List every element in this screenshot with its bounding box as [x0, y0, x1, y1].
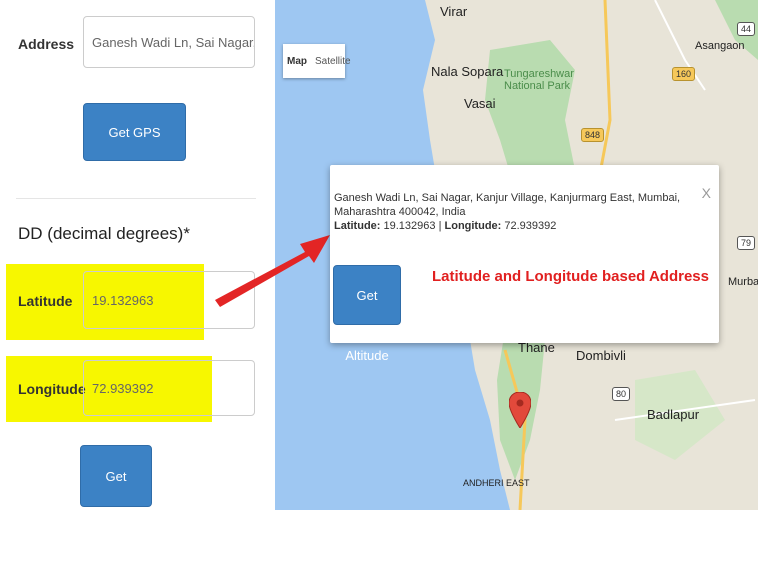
longitude-input[interactable]: 72.939392: [83, 360, 255, 416]
popup-longitude-value: 72.939392: [504, 220, 557, 232]
annotation-label: Latitude and Longitude based Address: [432, 268, 709, 285]
map-type-map[interactable]: Map: [283, 56, 311, 67]
address-input[interactable]: Ganesh Wadi Ln, Sai Nagar, Kanjur Villa: [83, 16, 255, 68]
map-label-virar: Virar: [440, 4, 468, 19]
location-marker-icon[interactable]: [509, 392, 531, 428]
get-address-button[interactable]: Get Address: [80, 445, 152, 546]
map-label-vasai: Vasai: [464, 96, 496, 111]
highway-shield-79: 79: [737, 236, 756, 250]
highway-shield-160: 160: [672, 67, 696, 81]
popup-longitude-label: Longitude:: [444, 220, 502, 232]
latitude-label: Latitude: [18, 293, 73, 309]
longitude-label: Longitude: [18, 381, 86, 397]
section-title: DD (decimal degrees)*: [18, 224, 190, 243]
latitude-input[interactable]: 19.132963: [83, 271, 255, 329]
popup-latitude-label: Latitude:: [334, 220, 381, 232]
map-type-satellite[interactable]: Satellite: [311, 56, 355, 67]
info-window: Ganesh Wadi Ln, Sai Nagar, Kanjur Villag…: [330, 165, 719, 363]
section-divider: [16, 198, 256, 199]
map-type-control[interactable]: Map Satellite: [283, 44, 351, 78]
map-label-andheri-east: ANDHERI EAST: [463, 478, 530, 488]
map-label-park: Tungareshwar National Park: [504, 68, 574, 92]
coordinates-form: Address Ganesh Wadi Ln, Sai Nagar, Kanju…: [0, 0, 275, 546]
map-label-dombivli: Dombivli: [576, 348, 626, 363]
get-gps-coordinates-button[interactable]: Get GPS Coordinates: [83, 103, 186, 198]
get-altitude-button[interactable]: Get Altitude: [333, 265, 401, 363]
highway-shield-848: 848: [581, 128, 605, 142]
highway-shield-44: 44: [737, 22, 756, 36]
map-label-nala-sopara: Nala Sopara: [431, 64, 504, 79]
popup-latitude-value: 19.132963: [383, 220, 436, 232]
popup-address: Ganesh Wadi Ln, Sai Nagar, Kanjur Villag…: [334, 192, 681, 218]
map-label-murbad: Murbad: [728, 276, 758, 288]
popup-address-block: Ganesh Wadi Ln, Sai Nagar, Kanjur Villag…: [334, 191, 694, 233]
highway-shield-80: 80: [612, 387, 631, 401]
close-icon[interactable]: X: [702, 185, 711, 201]
address-label: Address: [18, 36, 75, 52]
map-label-asangaon: Asangaon: [695, 40, 745, 52]
popup-separator: |: [438, 220, 442, 232]
map-label-badlapur: Badlapur: [647, 407, 700, 422]
